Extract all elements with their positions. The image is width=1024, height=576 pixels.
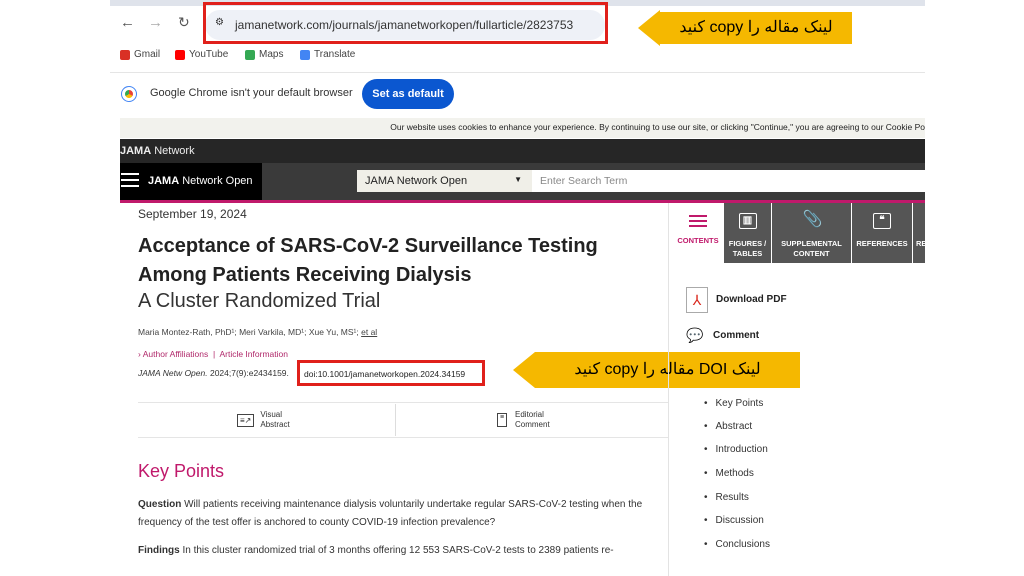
gmail-icon [120, 49, 130, 60]
default-browser-message: Google Chrome isn't your default browser [150, 87, 353, 99]
annotation-doi: لینک DOI مقاله را copy کنید [513, 352, 800, 388]
cookie-banner: Our website uses cookies to enhance your… [120, 118, 925, 138]
chart-icon: ≡↗ [237, 413, 255, 427]
set-default-button[interactable]: Set as default [362, 79, 454, 109]
visual-abstract-button[interactable]: ≡↗ Visual Abstract [237, 410, 290, 430]
download-pdf-link[interactable]: Download PDF [716, 294, 787, 305]
findings-body: In this cluster randomized trial of 3 mo… [179, 545, 614, 556]
findings-label: Findings [138, 545, 180, 556]
title-line: Acceptance of SARS-CoV-2 Surveillance Te… [138, 235, 598, 257]
tab-more[interactable]: RE [913, 203, 925, 263]
tab-label: FIGURES / TABLES [728, 239, 767, 258]
bookmark-label: Maps [259, 49, 284, 60]
reload-button[interactable]: ↻ [178, 14, 190, 31]
et-al-link[interactable]: et al [361, 327, 377, 337]
question-text: Question Will patients receiving mainten… [138, 496, 658, 532]
article-tools [138, 402, 668, 438]
menu-icon[interactable] [121, 173, 139, 175]
tab-label: CONTENTS [677, 236, 719, 245]
author-affiliations-link[interactable]: Author Affiliations [143, 349, 209, 359]
label: Visual [260, 410, 283, 419]
question-body: Will patients receiving maintenance dial… [138, 499, 643, 528]
tab-contents[interactable]: CONTENTS [672, 203, 724, 263]
select-value: JAMA Network Open [365, 175, 468, 187]
comment-link[interactable]: Comment [713, 330, 759, 341]
toc-item[interactable]: Methods [704, 468, 754, 479]
chevron-down-icon: ▼ [514, 175, 522, 184]
tab-label: REFERENCES [856, 239, 908, 248]
forward-button[interactable]: → [148, 14, 163, 31]
label: Abstract [260, 420, 290, 429]
tab-references[interactable]: ❝ REFERENCES [852, 203, 912, 263]
bookmark-label: YouTube [189, 49, 229, 60]
jama-network-bar[interactable]: JAMA Network [120, 139, 925, 163]
tab-label: SUPPLEMENTAL CONTENT [781, 239, 842, 258]
bookmark-gmail[interactable]: Gmail [120, 49, 160, 60]
cookie-text: Our website uses cookies to enhance your… [390, 122, 925, 132]
publish-date: September 19, 2024 [138, 207, 247, 221]
article-subtitle: A Cluster Randomized Trial [138, 290, 381, 312]
author-list: Maria Montez-Rath, PhD¹; Meri Varkila, M… [138, 327, 359, 337]
doi-link[interactable]: doi:10.1001/jamanetworkopen.2024.34159 [304, 369, 465, 379]
annotation-url: لینک مقاله را copy کنید [638, 10, 852, 46]
logo-bold: JAMA [148, 175, 180, 187]
bookmark-label: Gmail [134, 49, 161, 60]
label: Editorial [515, 410, 544, 419]
findings-text: Findings In this cluster randomized tria… [138, 545, 614, 556]
journal-select[interactable]: JAMA Network Open ▼ [357, 170, 532, 192]
comment-icon: 💬 [686, 327, 704, 343]
pdf-icon: ⅄ [686, 287, 708, 313]
editorial-comment-button[interactable]: ≡ Editorial Comment [497, 410, 550, 430]
toc-item[interactable]: Conclusions [704, 539, 770, 550]
annotation-label: لینک مقاله را copy کنید [660, 12, 852, 44]
bookmark-youtube[interactable]: YouTube [175, 49, 228, 60]
network-logo-rest: Network [154, 145, 195, 157]
title-line: Among Patients Receiving Dialysis [138, 264, 472, 286]
toc-item[interactable]: Introduction [704, 444, 768, 455]
back-button[interactable]: ← [120, 14, 135, 31]
network-logo-bold: JAMA [120, 145, 152, 157]
tab-supplemental-content[interactable]: 📎 SUPPLEMENTAL CONTENT [772, 203, 851, 263]
list-icon [689, 215, 707, 217]
translate-icon [300, 49, 310, 60]
citation-text: 2024;7(9):e2434159. [207, 368, 289, 378]
bookmark-translate[interactable]: Translate [300, 49, 355, 60]
citation: JAMA Netw Open. 2024;7(9):e2434159. [138, 368, 289, 378]
paperclip-icon: 📎 [802, 211, 823, 228]
toc-item[interactable]: Abstract [704, 421, 753, 432]
youtube-icon [175, 49, 185, 60]
search-placeholder: Enter Search Term [540, 175, 628, 187]
divider [395, 404, 396, 436]
doi-highlight[interactable]: doi:10.1001/jamanetworkopen.2024.34159 [297, 360, 485, 386]
arrow-icon [513, 352, 535, 388]
arrow-icon [638, 10, 660, 46]
maps-icon [245, 49, 255, 60]
highlight-box-url [203, 2, 608, 44]
label: Comment [515, 420, 550, 429]
quote-icon: ❝ [873, 213, 891, 229]
journal-logo[interactable]: JAMA Network Open [120, 163, 262, 200]
toc-item[interactable]: Key Points [704, 398, 764, 409]
divider [110, 72, 925, 73]
logo-rest: Network Open [182, 175, 253, 187]
tab-figures-tables[interactable]: ▥ FIGURES / TABLES [724, 203, 771, 263]
chrome-icon [121, 86, 137, 102]
divider [668, 203, 669, 576]
key-points-heading: Key Points [138, 461, 225, 481]
bookmark-maps[interactable]: Maps [245, 49, 283, 60]
article-title: Acceptance of SARS-CoV-2 Surveillance Te… [138, 232, 598, 290]
tab-label: RE [916, 239, 925, 248]
search-input[interactable]: Enter Search Term [532, 170, 925, 192]
bar-chart-icon: ▥ [738, 213, 757, 229]
citation-journal: JAMA Netw Open. [138, 368, 208, 378]
article-information-link[interactable]: Article Information [219, 349, 288, 359]
question-label: Question [138, 499, 182, 510]
toc-item[interactable]: Results [704, 492, 749, 503]
article-links: › Author Affiliations | Article Informat… [138, 349, 288, 359]
toc-item[interactable]: Discussion [704, 515, 764, 526]
authors: Maria Montez-Rath, PhD¹; Meri Varkila, M… [138, 327, 377, 337]
bookmark-label: Translate [314, 49, 356, 60]
document-icon: ≡ [497, 413, 507, 427]
